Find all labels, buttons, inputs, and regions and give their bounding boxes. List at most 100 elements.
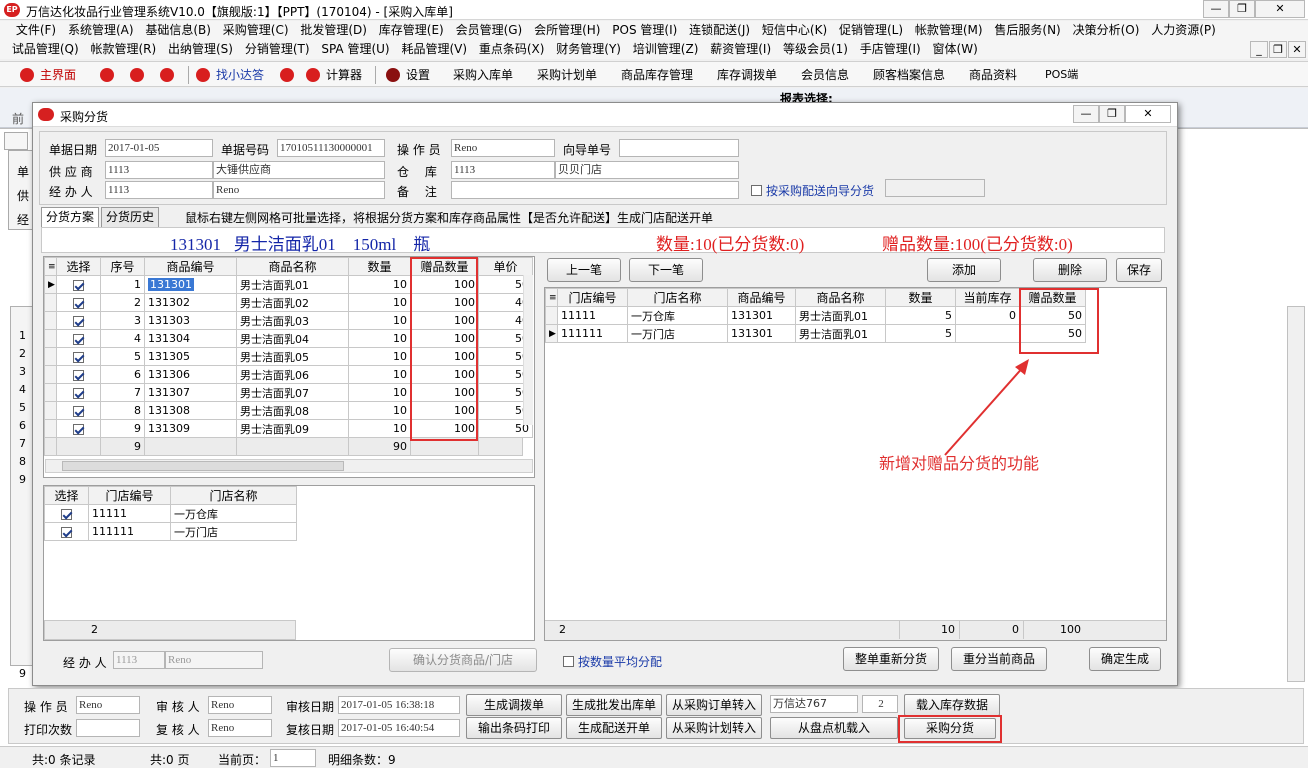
distribution-row[interactable]: ▶ 111111 一万门店 131301 男士洁面乳01 5 50	[545, 324, 1086, 343]
store-select-checkbox[interactable]	[44, 522, 89, 541]
dist-store-code[interactable]: 111111	[557, 324, 628, 343]
store-code[interactable]: 111111	[88, 522, 171, 541]
row-code[interactable]: 131309	[144, 419, 237, 438]
store-select-checkbox[interactable]	[44, 504, 89, 523]
close-icon[interactable]: ✕	[1255, 0, 1305, 18]
store-col-code[interactable]: 门店编号	[88, 486, 171, 505]
menu-item[interactable]: SPA 管理(U)	[317, 40, 393, 59]
handler-code-field[interactable]: 1113	[105, 181, 213, 199]
row-name[interactable]: 男士洁面乳06	[236, 365, 349, 384]
delete-button[interactable]: 删除	[1033, 258, 1107, 282]
row-qty[interactable]: 10	[348, 419, 411, 438]
from-inventory-button[interactable]: 从盘点机载入	[770, 717, 898, 739]
menu-item[interactable]: 薪资管理(I)	[706, 40, 775, 59]
brand-num-field[interactable]: 2	[862, 695, 898, 713]
product-grid-hscroll[interactable]	[45, 459, 533, 473]
row-code[interactable]: 131301	[144, 275, 237, 294]
menu-item[interactable]: 手店管理(I)	[856, 40, 925, 59]
current-page-input[interactable]: 1	[270, 749, 316, 767]
dialog-close-icon[interactable]: ✕	[1125, 105, 1171, 123]
menu-item[interactable]: 促销管理(L)	[835, 21, 907, 40]
row-select-checkbox[interactable]	[56, 347, 101, 366]
row-select-checkbox[interactable]	[56, 383, 101, 402]
menu-item[interactable]: 财务管理(Y)	[552, 40, 625, 59]
row-code[interactable]: 131308	[144, 401, 237, 420]
minimize-icon[interactable]: —	[1203, 0, 1229, 18]
dialog-minimize-icon[interactable]: —	[1073, 105, 1099, 123]
mdi-minimize-icon[interactable]: _	[1250, 41, 1268, 58]
col-no[interactable]: 序号	[100, 257, 145, 276]
menu-item[interactable]: 分销管理(T)	[241, 40, 314, 59]
dist-col-store-code[interactable]: 门店编号	[557, 288, 628, 307]
row-name[interactable]: 男士洁面乳08	[236, 401, 349, 420]
dist-col-store-name[interactable]: 门店名称	[627, 288, 728, 307]
purchase-distribution-button[interactable]: 采购分货	[904, 718, 996, 739]
calculator-button[interactable]: 计算器	[306, 65, 362, 85]
row-qty[interactable]: 10	[348, 347, 411, 366]
menu-item[interactable]: 售后服务(N)	[990, 21, 1064, 40]
lock-button[interactable]	[100, 65, 114, 85]
row-code[interactable]: 131302	[144, 293, 237, 312]
row-qty[interactable]: 10	[348, 365, 411, 384]
dist-code[interactable]: 131301	[727, 324, 796, 343]
store-col-select[interactable]: 选择	[44, 486, 89, 505]
row-select-checkbox[interactable]	[56, 293, 101, 312]
link-pos[interactable]: POS端	[1045, 65, 1078, 85]
menu-item[interactable]: 基础信息(B)	[141, 21, 215, 40]
dist-qty[interactable]: 5	[885, 324, 956, 343]
bp-rereviewer-field[interactable]: Reno	[208, 719, 272, 737]
add-button[interactable]: 添加	[927, 258, 1001, 282]
col-code[interactable]: 商品编号	[144, 257, 237, 276]
dialog-maximize-icon[interactable]: ❐	[1099, 105, 1125, 123]
from-order-button[interactable]: 从采购订单转入	[666, 694, 762, 716]
bp-print-count-field[interactable]	[76, 719, 140, 737]
row-name[interactable]: 男士洁面乳05	[236, 347, 349, 366]
guide-no-field[interactable]	[619, 139, 739, 157]
store-code[interactable]: 11111	[88, 504, 171, 523]
bp-rereview-date-field[interactable]: 2017-01-05 16:40:54	[338, 719, 460, 737]
row-code[interactable]: 131303	[144, 311, 237, 330]
doc-no-field[interactable]: 17010511130000001	[277, 139, 385, 157]
tab-history[interactable]: 分货历史	[101, 207, 160, 227]
save-button[interactable]: 保存	[1116, 258, 1162, 282]
dist-code[interactable]: 131301	[727, 306, 796, 325]
confirm-distribution-button[interactable]: 确认分货商品/门店	[389, 648, 537, 672]
dist-store-name[interactable]: 一万仓库	[627, 306, 728, 325]
menu-item[interactable]: 短信中心(K)	[758, 21, 831, 40]
generate-wholesale-button[interactable]: 生成批发出库单	[566, 694, 662, 716]
dist-col-stock[interactable]: 当前库存	[955, 288, 1020, 307]
link-customer[interactable]: 顾客档案信息	[873, 65, 945, 85]
col-qty[interactable]: 数量	[348, 257, 411, 276]
col-name[interactable]: 商品名称	[236, 257, 349, 276]
supplier-name-field[interactable]: 大锤供应商	[213, 161, 385, 179]
menu-item[interactable]: 采购管理(C)	[219, 21, 293, 40]
store-name[interactable]: 一万门店	[170, 522, 297, 541]
row-name[interactable]: 男士洁面乳03	[236, 311, 349, 330]
warehouse-code-field[interactable]: 1113	[451, 161, 555, 179]
remark-field[interactable]	[451, 181, 739, 199]
dist-col-code[interactable]: 商品编号	[727, 288, 796, 307]
link-purchase-in[interactable]: 采购入库单	[453, 65, 513, 85]
menu-item[interactable]: 会员管理(G)	[452, 21, 527, 40]
link-product[interactable]: 商品资料	[969, 65, 1017, 85]
message-button[interactable]	[130, 65, 144, 85]
product-grid-vscroll[interactable]	[523, 275, 533, 425]
row-select-checkbox[interactable]	[56, 329, 101, 348]
home-button[interactable]: 主界面	[20, 65, 76, 85]
menu-item[interactable]: 决策分析(O)	[1069, 21, 1144, 40]
dist-name[interactable]: 男士洁面乳01	[795, 324, 886, 343]
guide-distribute-checkbox[interactable]	[751, 183, 762, 197]
menu-item[interactable]: 重点条码(X)	[475, 40, 549, 59]
row-select-checkbox[interactable]	[56, 401, 101, 420]
date-field[interactable]: 2017-01-05	[105, 139, 213, 157]
store-name[interactable]: 一万仓库	[170, 504, 297, 523]
supplier-code-field[interactable]: 1113	[105, 161, 213, 179]
menu-item[interactable]: 库存管理(E)	[375, 21, 448, 40]
house-button[interactable]	[280, 65, 294, 85]
operator-field[interactable]: Reno	[451, 139, 555, 157]
mdi-close-icon[interactable]: ✕	[1288, 41, 1306, 58]
menu-item[interactable]: 会所管理(H)	[530, 21, 604, 40]
link-stock-manage[interactable]: 商品库存管理	[621, 65, 693, 85]
row-name[interactable]: 男士洁面乳09	[236, 419, 349, 438]
dlg-handler-name[interactable]: Reno	[165, 651, 263, 669]
